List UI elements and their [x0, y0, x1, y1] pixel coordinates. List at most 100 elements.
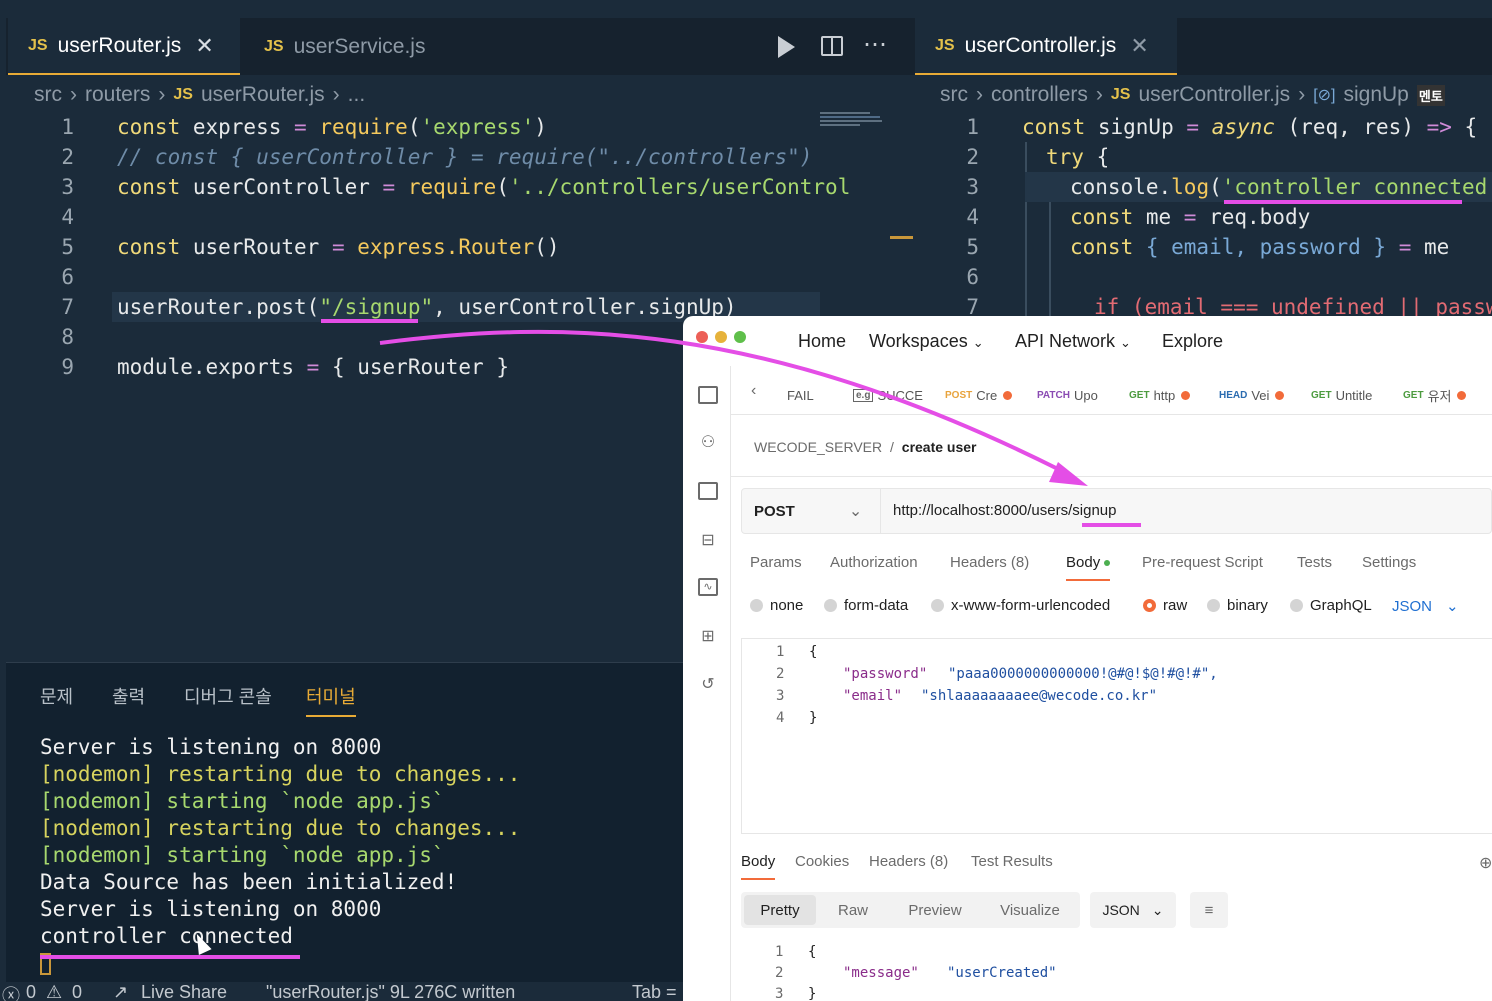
breadcrumb-more[interactable]: ... — [348, 83, 366, 107]
environments-icon[interactable] — [698, 482, 718, 500]
tab-debug-console[interactable]: 디버그 콘솔 — [184, 683, 272, 709]
chevron-right-icon: › — [70, 83, 77, 106]
radio-form-data[interactable]: form-data — [824, 597, 908, 614]
line-number: 2 — [966, 145, 979, 169]
run-icon[interactable] — [778, 36, 795, 58]
request-tab[interactable]: HEAD Vei — [1219, 380, 1285, 410]
history-icon[interactable]: ↺ — [698, 674, 718, 693]
request-tab[interactable]: GET Untitle — [1311, 380, 1372, 410]
code-line: 4 const me = req.body — [907, 202, 1310, 232]
token: me — [1411, 235, 1450, 259]
breadcrumb-symbol[interactable]: signUp — [1343, 83, 1408, 107]
js-file-icon: JS — [1110, 86, 1131, 103]
tab-pre-request-script[interactable]: Pre-request Script — [1142, 554, 1263, 571]
url-input[interactable]: http://localhost:8000/users/signup — [893, 502, 1116, 519]
token: userController — [180, 175, 383, 199]
token: = — [331, 235, 345, 259]
problems-count[interactable]: 0 — [26, 982, 36, 1001]
line-number: 4 — [776, 710, 785, 726]
radio-none[interactable]: none — [750, 597, 803, 614]
request-tab[interactable]: GET 유저 — [1403, 380, 1467, 410]
nav-explore[interactable]: Explore — [1162, 331, 1223, 352]
close-window-button[interactable] — [696, 331, 708, 343]
tab-tests[interactable]: Tests — [1297, 554, 1332, 571]
tab-body[interactable]: Body — [1066, 554, 1111, 581]
monitors-icon[interactable]: ∿ — [698, 578, 718, 596]
tab-problems[interactable]: 문제 — [40, 683, 73, 709]
minimize-window-button[interactable] — [715, 331, 727, 343]
request-tab[interactable]: GET http — [1129, 380, 1191, 410]
request-tab[interactable]: e.g SUCCE — [853, 380, 923, 410]
tab-headers[interactable]: Headers (8) — [950, 554, 1029, 571]
nav-workspaces[interactable]: Workspaces ⌄ — [869, 331, 984, 352]
chevron-right-icon: › — [1095, 83, 1103, 106]
radio-urlencoded[interactable]: x-www-form-urlencoded — [931, 597, 1110, 614]
tab-output[interactable]: 출력 — [112, 683, 145, 709]
token: express — [180, 115, 295, 139]
request-tab[interactable]: POST Cre — [945, 380, 1013, 410]
tab-size[interactable]: Tab = — [632, 982, 677, 1001]
tabs-left-arrow[interactable]: ‹ — [751, 382, 756, 400]
close-icon[interactable]: ✕ — [195, 33, 213, 59]
breadcrumb-src[interactable]: src — [34, 83, 62, 107]
flows-icon[interactable]: ⊞ — [698, 626, 718, 645]
tab-terminal[interactable]: 터미널 — [306, 683, 356, 717]
chevron-down-icon: ⌄ — [1120, 335, 1131, 350]
breadcrumb-file[interactable]: userController.js — [1138, 83, 1290, 107]
body-format-select[interactable]: JSON ⌄ — [1392, 597, 1459, 616]
method-select[interactable]: POST ⌄ — [741, 488, 881, 534]
method-label: POST — [754, 502, 795, 520]
radio-raw[interactable]: raw — [1143, 597, 1187, 614]
resp-tab-cookies[interactable]: Cookies — [795, 853, 849, 870]
request-tab[interactable]: FAIL — [783, 380, 814, 410]
workspace-name[interactable]: WECODE_SERVER — [754, 439, 882, 455]
warnings-count[interactable]: 0 — [72, 982, 82, 1001]
view-preview[interactable]: Preview — [895, 892, 975, 928]
resp-tab-body[interactable]: Body — [741, 853, 776, 880]
tab-userService[interactable]: JS userService.js — [244, 18, 445, 75]
live-share-icon[interactable]: ↗ — [113, 982, 128, 1001]
breadcrumb-file[interactable]: userRouter.js — [201, 83, 325, 107]
collections-icon[interactable] — [698, 386, 718, 404]
warning-icon[interactable]: ⚠ — [46, 982, 62, 1001]
view-raw[interactable]: Raw — [823, 892, 883, 928]
nav-home[interactable]: Home — [798, 331, 846, 352]
tab-userController[interactable]: JS userController.js ✕ — [915, 18, 1177, 75]
view-pretty[interactable]: Pretty — [744, 895, 816, 925]
code-line: 5 const userRouter = express.Router() — [0, 232, 559, 262]
request-name[interactable]: create user — [902, 439, 977, 455]
apis-icon[interactable]: ⚇ — [698, 432, 718, 451]
nav-api-network[interactable]: API Network ⌄ — [1015, 331, 1131, 352]
globe-icon[interactable]: ⊕ — [1479, 853, 1492, 873]
resp-tab-test-results[interactable]: Test Results — [971, 853, 1053, 870]
radio-circle — [824, 599, 837, 612]
tab-settings[interactable]: Settings — [1362, 554, 1416, 571]
tab-label: userService.js — [293, 34, 426, 58]
close-icon[interactable]: ✕ — [1130, 33, 1148, 59]
radio-graphql[interactable]: GraphQL — [1290, 597, 1372, 614]
split-editor-icon[interactable] — [821, 36, 843, 56]
more-actions-icon[interactable]: ⋯ — [863, 30, 887, 59]
tab-authorization[interactable]: Authorization — [830, 554, 918, 571]
tab-label: FAIL — [787, 387, 814, 403]
format-label: JSON — [1392, 597, 1433, 615]
radio-binary[interactable]: binary — [1207, 597, 1268, 614]
wrap-lines-icon[interactable]: ≡ — [1190, 892, 1228, 928]
breadcrumb-routers[interactable]: routers — [85, 83, 150, 107]
error-icon[interactable]: ⓧ — [2, 982, 20, 1001]
response-format-select[interactable]: JSON ⌄ — [1090, 892, 1176, 928]
terminal-cursor — [40, 953, 51, 975]
breadcrumb-src[interactable]: src — [940, 83, 968, 107]
tab-userRouter[interactable]: JS userRouter.js ✕ — [8, 18, 240, 75]
breadcrumb-controllers[interactable]: controllers — [991, 83, 1088, 107]
tab-params[interactable]: Params — [750, 554, 802, 571]
minimap[interactable] — [820, 110, 890, 134]
mock-servers-icon[interactable]: ⊟ — [698, 530, 718, 549]
resp-tab-headers[interactable]: Headers (8) — [869, 853, 948, 870]
request-tab[interactable]: PATCH Upo — [1037, 380, 1098, 410]
overlay-label: 멘토 — [1416, 84, 1445, 106]
maximize-window-button[interactable] — [734, 331, 746, 343]
view-visualize[interactable]: Visualize — [990, 892, 1070, 928]
tab-label: Untitle — [1335, 387, 1373, 403]
live-share-label[interactable]: Live Share — [141, 982, 227, 1001]
